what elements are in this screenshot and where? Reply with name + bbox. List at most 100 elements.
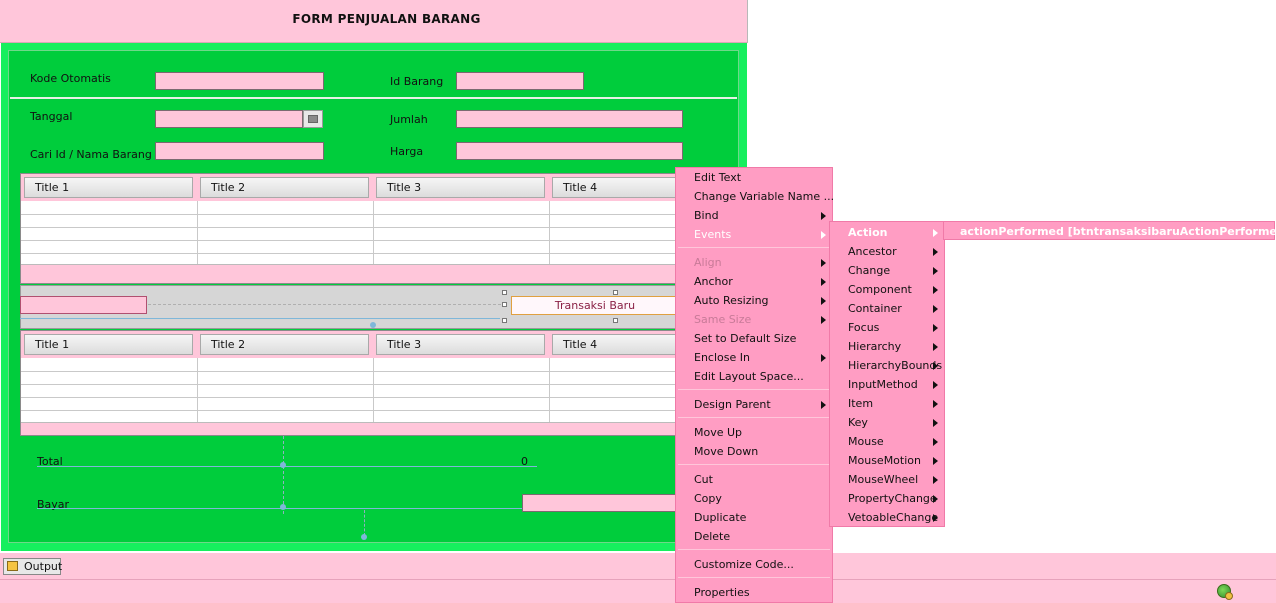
menu-item-edit-text[interactable]: Edit Text [676, 168, 832, 187]
menu-item-bind[interactable]: Bind [676, 206, 832, 225]
menu-item-delete[interactable]: Delete [676, 527, 832, 546]
id-barang-field[interactable] [456, 72, 584, 90]
table-row[interactable] [21, 385, 679, 398]
submenu-item-inputmethod[interactable]: InputMethod [830, 375, 944, 394]
layout-guide [148, 304, 506, 306]
mid-text-field[interactable] [20, 296, 147, 314]
chevron-right-icon [933, 495, 938, 503]
chevron-right-icon [933, 343, 938, 351]
menu-item-properties[interactable]: Properties [676, 583, 832, 602]
label-tanggal: Tanggal [30, 110, 73, 123]
menu-item-customize-code[interactable]: Customize Code... [676, 555, 832, 574]
cari-field[interactable] [155, 142, 324, 160]
form-title: FORM PENJUALAN BARANG [292, 12, 481, 26]
submenu-item-propertychange[interactable]: PropertyChange [830, 489, 944, 508]
chevron-right-icon [933, 419, 938, 427]
output-icon [7, 561, 18, 571]
chevron-right-icon [933, 457, 938, 465]
menu-item-set-default-size[interactable]: Set to Default Size [676, 329, 832, 348]
submenu-item-hierarchy[interactable]: Hierarchy [830, 337, 944, 356]
menu-item-edit-layout-space[interactable]: Edit Layout Space... [676, 367, 832, 386]
submenu-item-action[interactable]: Action [830, 223, 944, 242]
kode-otomatis-field[interactable] [155, 72, 324, 90]
column-header[interactable]: Title 1 [24, 177, 193, 198]
resize-handle[interactable] [613, 318, 618, 323]
table-row[interactable] [21, 398, 679, 411]
submenu-item-hierarchybounds[interactable]: HierarchyBounds [830, 356, 944, 375]
label-id-barang: Id Barang [390, 75, 444, 88]
table-row[interactable] [21, 372, 679, 385]
resize-handle[interactable] [502, 318, 507, 323]
submenu-item-mouse[interactable]: Mouse [830, 432, 944, 451]
chevron-right-icon [933, 286, 938, 294]
submenu-item-ancestor[interactable]: Ancestor [830, 242, 944, 261]
menu-item-change-variable-name[interactable]: Change Variable Name ... [676, 187, 834, 206]
output-tab[interactable]: Output [3, 558, 63, 575]
table-row[interactable] [21, 359, 679, 372]
chevron-right-icon [821, 231, 826, 239]
tanggal-field[interactable] [155, 110, 303, 128]
output-bar [0, 553, 1276, 603]
table-bottom[interactable]: Title 1 Title 2 Title 3 Title 4 [20, 330, 680, 436]
column-header[interactable]: Title 2 [200, 177, 369, 198]
chevron-right-icon [821, 297, 826, 305]
column-header[interactable]: Title 3 [376, 334, 545, 355]
table-row[interactable] [21, 202, 679, 215]
transaksi-baru-button[interactable]: Transaksi Baru [511, 296, 679, 315]
chevron-right-icon [933, 305, 938, 313]
column-header[interactable]: Title 4 [552, 334, 679, 355]
chevron-right-icon [933, 324, 938, 332]
column-header[interactable]: Title 3 [376, 177, 545, 198]
table-row[interactable] [21, 215, 679, 228]
jumlah-field[interactable] [456, 110, 683, 128]
menu-separator [678, 549, 830, 550]
menu-item-enclose-in[interactable]: Enclose In [676, 348, 832, 367]
table-row[interactable] [21, 241, 679, 254]
column-header[interactable]: Title 4 [552, 177, 679, 198]
menu-item-duplicate[interactable]: Duplicate [676, 508, 832, 527]
menu-item-cut[interactable]: Cut [676, 470, 832, 489]
menu-item-same-size: Same Size [676, 310, 832, 329]
events-submenu[interactable]: Action Ancestor Change Component Contain… [829, 221, 945, 527]
chevron-right-icon [821, 278, 826, 286]
table-row[interactable] [21, 228, 679, 241]
chevron-right-icon [821, 354, 826, 362]
context-menu[interactable]: Edit Text Change Variable Name ... Bind … [675, 167, 834, 603]
submenu-item-container[interactable]: Container [830, 299, 944, 318]
menu-item-move-down[interactable]: Move Down [676, 442, 832, 461]
submenu-item-focus[interactable]: Focus [830, 318, 944, 337]
submenu-item-mousemotion[interactable]: MouseMotion [830, 451, 944, 470]
column-header[interactable]: Title 2 [200, 334, 369, 355]
submenu-item-mousewheel[interactable]: MouseWheel [830, 470, 944, 489]
table-top[interactable]: Title 1 Title 2 Title 3 Title 4 [20, 173, 680, 284]
menu-item-copy[interactable]: Copy [676, 489, 832, 508]
menu-item-events[interactable]: Events [676, 225, 832, 244]
menu-item-design-parent[interactable]: Design Parent [676, 395, 832, 414]
submenu-item-key[interactable]: Key [830, 413, 944, 432]
submenu-item-component[interactable]: Component [830, 280, 944, 299]
submenu-item-item[interactable]: Item [830, 394, 944, 413]
harga-field[interactable] [456, 142, 683, 160]
chevron-right-icon [933, 248, 938, 256]
menu-item-anchor[interactable]: Anchor [676, 272, 832, 291]
menu-item-align: Align [676, 253, 832, 272]
submenu-item-action-performed[interactable]: actionPerformed [btntransaksibaruActionP… [944, 222, 1276, 241]
submenu-item-vetoablechange[interactable]: VetoableChange [830, 508, 944, 527]
chevron-right-icon [821, 259, 826, 267]
chevron-right-icon [933, 476, 938, 484]
label-bayar: Bayar [37, 498, 70, 511]
menu-item-move-up[interactable]: Move Up [676, 423, 832, 442]
output-tab-label: Output [24, 560, 63, 573]
column-header[interactable]: Title 1 [24, 334, 193, 355]
bayar-field[interactable] [522, 494, 682, 512]
resize-handle[interactable] [502, 302, 507, 307]
label-jumlah: Jumlah [390, 113, 428, 126]
action-submenu[interactable]: actionPerformed [btntransaksibaruActionP… [943, 221, 1276, 241]
submenu-item-change[interactable]: Change [830, 261, 944, 280]
menu-item-auto-resizing[interactable]: Auto Resizing [676, 291, 832, 310]
resize-handle[interactable] [613, 290, 618, 295]
status-badge-icon [1225, 592, 1233, 600]
calendar-icon[interactable] [303, 110, 323, 128]
resize-handle[interactable] [502, 290, 507, 295]
menu-separator [678, 464, 830, 465]
